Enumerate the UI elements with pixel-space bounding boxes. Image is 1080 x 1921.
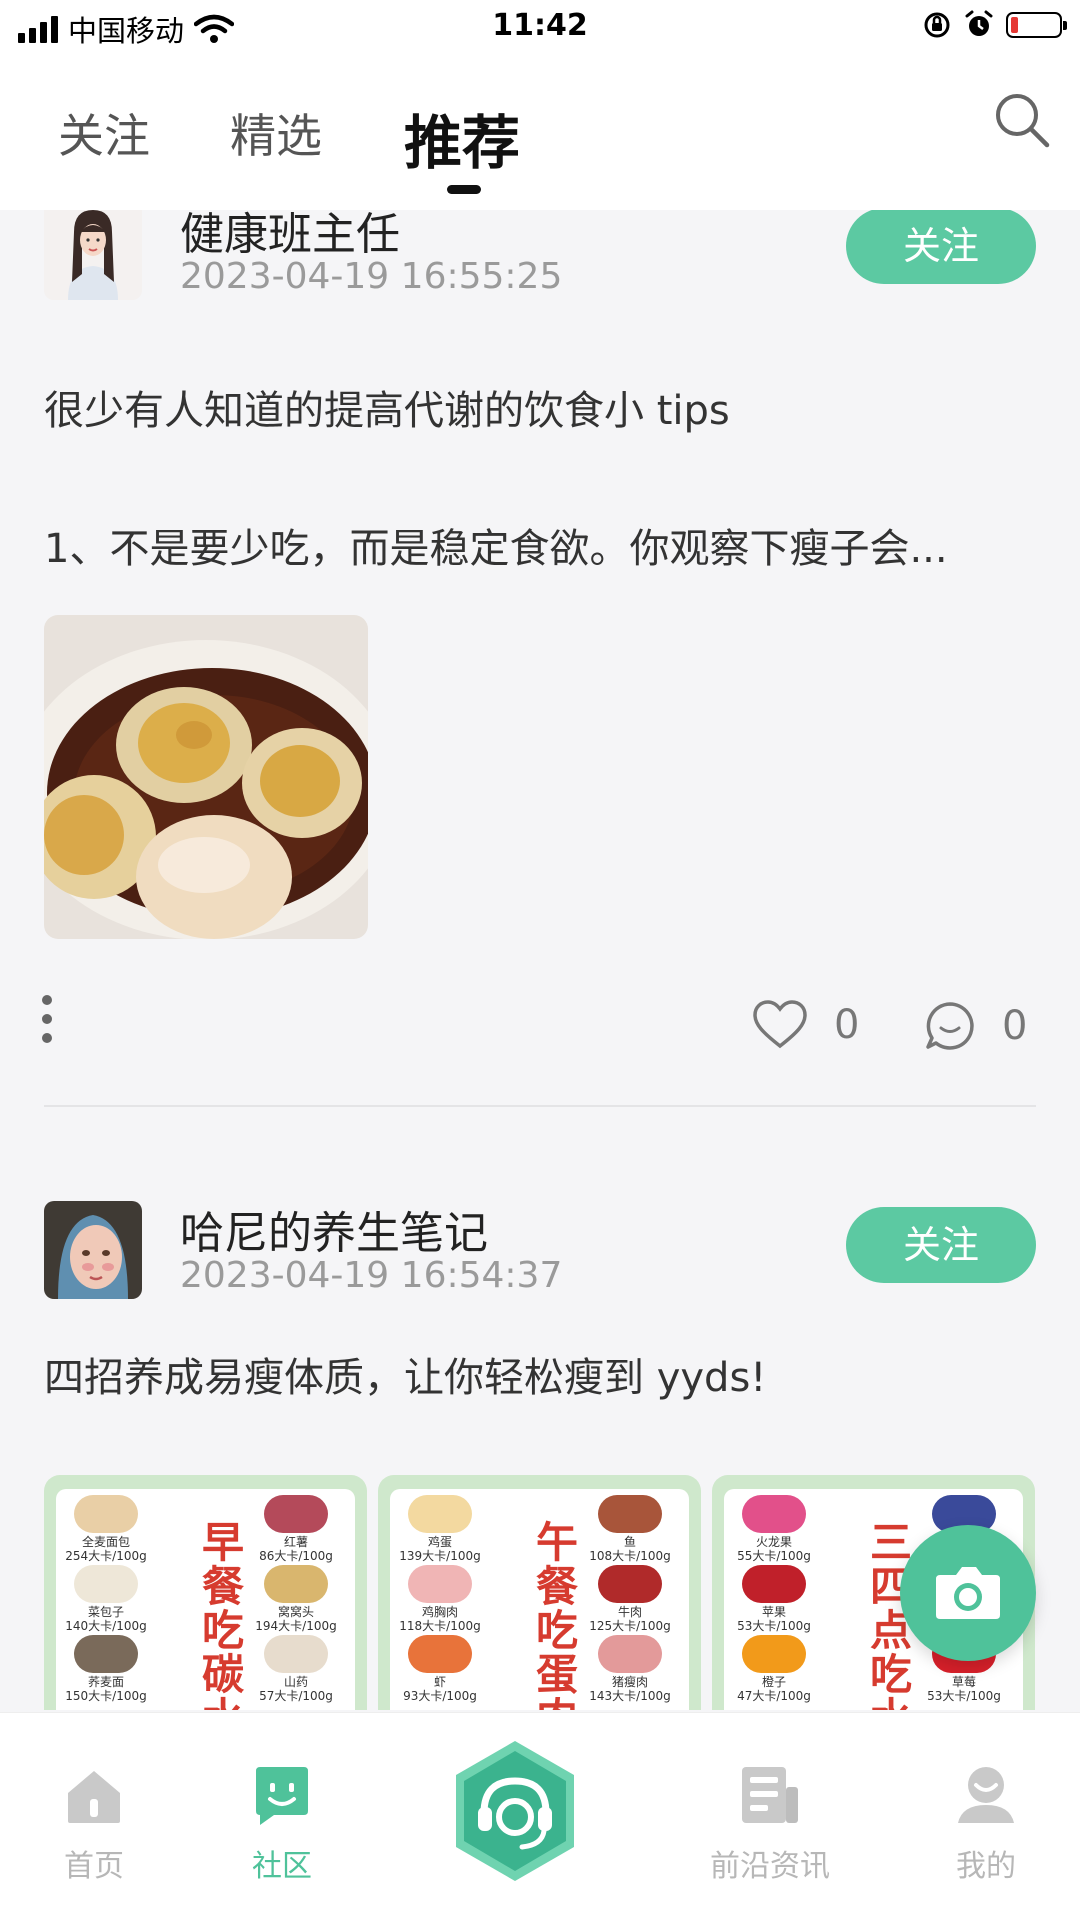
card-title: 午餐吃蛋肉 (535, 1518, 578, 1711)
post-excerpt[interactable]: 1、不是要少吃，而是稳定食欲。你观察下瘦子会... (44, 516, 948, 574)
profile-icon (958, 1767, 1014, 1823)
post-title[interactable]: 四招养成易瘦体质，让你轻松瘦到 yyds! (44, 1345, 766, 1403)
follow-button[interactable]: 关注 (846, 1207, 1036, 1283)
food-item: 山药 57大卡/100g (246, 1635, 346, 1703)
comment-icon (926, 1002, 974, 1050)
heart-icon (753, 1000, 807, 1049)
comment-action[interactable]: 0 (924, 1000, 1027, 1052)
status-bar: 中国移动 11:42 (0, 0, 1080, 60)
bottom-navigation: 首页 社区 前沿资讯 我的 (0, 1712, 1080, 1921)
food-item: 红薯 86大卡/100g (246, 1495, 346, 1563)
battery-icon (1006, 12, 1067, 38)
like-count: 0 (834, 1002, 860, 1048)
rotation-lock-icon (924, 12, 950, 38)
search-icon[interactable] (990, 88, 1054, 152)
tab-featured[interactable]: 精选 (230, 100, 322, 166)
author-avatar[interactable] (44, 1201, 142, 1299)
status-time: 11:42 (492, 8, 588, 43)
active-tab-indicator (447, 185, 481, 194)
food-item: 鸡蛋 139大卡/100g (390, 1495, 490, 1563)
tab-following[interactable]: 关注 (58, 100, 150, 166)
news-icon (742, 1767, 798, 1823)
status-right (922, 10, 1067, 40)
food-item: 虾 93大卡/100g (390, 1635, 490, 1703)
nav-news-label: 前沿资讯 (710, 1849, 830, 1884)
food-item: 鱼 108大卡/100g (580, 1495, 680, 1563)
more-options-icon[interactable] (42, 995, 54, 1055)
post-feed[interactable]: 健康班主任 2023-04-19 16:55:25 关注 很少有人知道的提高代谢… (0, 210, 1080, 1710)
alarm-icon (965, 10, 993, 36)
nav-community-label: 社区 (252, 1849, 312, 1884)
food-item: 荞麦面 150大卡/100g (56, 1635, 156, 1703)
post-divider (44, 1105, 1036, 1107)
camera-icon (936, 1567, 1000, 1619)
nav-home[interactable]: 首页 (24, 1763, 164, 1885)
food-item: 全麦面包 254大卡/100g (56, 1495, 156, 1563)
food-item: 火龙果 55大卡/100g (724, 1495, 824, 1563)
author-avatar[interactable] (44, 210, 142, 300)
food-item: 牛肉 125大卡/100g (580, 1565, 680, 1633)
like-action[interactable]: 0 (752, 1000, 859, 1050)
top-tab-bar: 关注 精选 推荐 (0, 60, 1080, 210)
post-card[interactable]: 健康班主任 2023-04-19 16:55:25 关注 很少有人知道的提高代谢… (0, 210, 1080, 1120)
food-item: 鸡胸肉 118大卡/100g (390, 1565, 490, 1633)
author-name[interactable]: 健康班主任 (180, 210, 400, 262)
nav-profile-label: 我的 (956, 1849, 1016, 1884)
home-icon (68, 1771, 120, 1823)
comment-count: 0 (1002, 1003, 1028, 1049)
food-item: 菜包子 140大卡/100g (56, 1565, 156, 1633)
author-name[interactable]: 哈尼的养生笔记 (180, 1197, 488, 1261)
camera-post-button[interactable] (900, 1525, 1036, 1661)
post-time: 2023-04-19 16:54:37 (180, 1255, 563, 1296)
post-time: 2023-04-19 16:55:25 (180, 256, 563, 297)
diet-card-breakfast[interactable]: 全麦面包 254大卡/100g 红薯 86大卡/100g 菜包子 140大卡/100g… (44, 1475, 367, 1710)
food-item: 猪瘦肉 143大卡/100g (580, 1635, 680, 1703)
nav-profile[interactable]: 我的 (916, 1763, 1056, 1885)
follow-button[interactable]: 关注 (846, 210, 1036, 284)
food-item: 橙子 47大卡/100g (724, 1635, 824, 1703)
food-item: 窝窝头 194大卡/100g (246, 1565, 346, 1633)
nav-home-label: 首页 (64, 1849, 124, 1884)
post-image[interactable] (44, 615, 368, 939)
post-title[interactable]: 很少有人知道的提高代谢的饮食小 tips (44, 378, 730, 436)
food-item: 苹果 53大卡/100g (724, 1565, 824, 1633)
nav-community[interactable]: 社区 (212, 1763, 352, 1885)
community-icon (256, 1767, 308, 1825)
diet-card-lunch[interactable]: 鸡蛋 139大卡/100g 鱼 108大卡/100g 鸡胸肉 118大卡/100g 牛… (378, 1475, 701, 1710)
assistant-headset-icon[interactable] (448, 1737, 582, 1885)
tab-recommended[interactable]: 推荐 (404, 96, 520, 180)
card-title: 早餐吃碳水 (201, 1518, 244, 1711)
nav-news[interactable]: 前沿资讯 (700, 1763, 840, 1885)
